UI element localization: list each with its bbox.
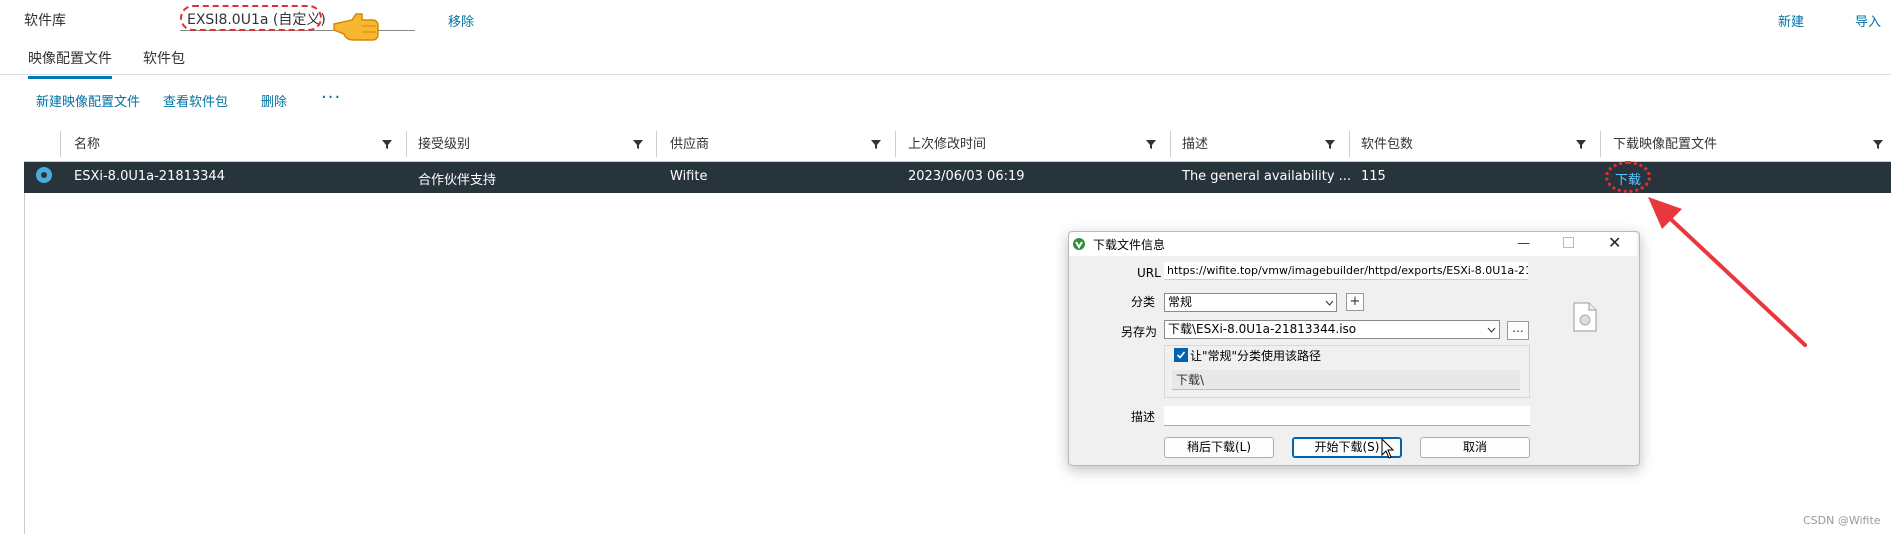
new-image-profile-button[interactable]: 新建映像配置文件 <box>36 91 140 110</box>
saveas-value: 下载\ESXi-8.0U1a-21813344.iso <box>1168 322 1357 336</box>
category-select[interactable]: 常规 <box>1164 293 1337 312</box>
cursor-icon <box>1381 438 1395 459</box>
description-field[interactable] <box>1164 406 1530 426</box>
filter-icon[interactable] <box>1575 138 1587 150</box>
file-icon <box>1573 302 1597 332</box>
column-separator[interactable] <box>1170 131 1171 157</box>
chevron-down-icon <box>1325 300 1334 306</box>
download-later-button[interactable]: 稍后下载(L) <box>1164 437 1274 458</box>
dialog-title: 下载文件信息 <box>1093 238 1166 252</box>
description-label: 描述 <box>1131 410 1156 424</box>
cancel-button[interactable]: 取消 <box>1420 437 1530 458</box>
column-separator[interactable] <box>1600 131 1601 157</box>
column-separator[interactable] <box>60 131 61 157</box>
browse-button[interactable]: ... <box>1507 321 1529 340</box>
red-arrow-icon <box>1648 197 1807 347</box>
column-header-description[interactable]: 描述 <box>1182 133 1208 152</box>
cell-vendor: Wifite <box>670 169 708 184</box>
column-header-packages[interactable]: 软件包数 <box>1361 133 1413 152</box>
saveas-select[interactable]: 下载\ESXi-8.0U1a-21813344.iso <box>1164 320 1500 339</box>
app-icon <box>1073 238 1085 250</box>
software-depot-label: 软件库 <box>24 13 66 29</box>
checkmark-icon <box>1176 351 1186 359</box>
column-header-download[interactable]: 下载映像配置文件 <box>1613 133 1717 152</box>
column-separator[interactable] <box>656 131 657 157</box>
column-separator[interactable] <box>406 131 407 157</box>
filter-icon[interactable] <box>632 138 644 150</box>
column-header-modified[interactable]: 上次修改时间 <box>908 133 986 152</box>
cell-packages: 115 <box>1361 169 1386 184</box>
depot-highlight-annotation <box>180 5 322 31</box>
maximize-icon[interactable] <box>1563 237 1574 248</box>
cell-description: The general availability ... <box>1182 169 1352 184</box>
column-separator[interactable] <box>1349 131 1350 157</box>
radio-dot <box>41 172 47 178</box>
column-header-acceptance[interactable]: 接受级别 <box>418 133 470 152</box>
column-separator[interactable] <box>895 131 896 157</box>
cell-name: ESXi-8.0U1a-21813344 <box>74 169 225 184</box>
delete-button[interactable]: 删除 <box>261 91 287 110</box>
url-label: URL <box>1137 266 1161 280</box>
use-path-checkbox[interactable] <box>1174 348 1188 362</box>
watermark: CSDN @Wifite <box>1803 514 1881 527</box>
close-icon[interactable]: ✕ <box>1608 233 1621 252</box>
filter-icon[interactable] <box>381 138 393 150</box>
category-label: 分类 <box>1131 295 1156 309</box>
saveas-label: 另存为 <box>1121 325 1158 339</box>
category-value: 常规 <box>1168 295 1193 309</box>
hand-pointer-icon <box>333 13 379 41</box>
remove-depot-link[interactable]: 移除 <box>448 11 474 30</box>
download-highlight-annotation <box>1605 161 1651 193</box>
filter-icon[interactable] <box>1145 138 1157 150</box>
url-field[interactable]: https://wifite.top/vmw/imagebuilder/http… <box>1164 262 1528 280</box>
tabs-divider <box>0 74 1891 75</box>
import-depot-link[interactable]: 导入 <box>1855 11 1881 30</box>
column-header-name[interactable]: 名称 <box>74 133 100 152</box>
more-actions-button[interactable]: ··· <box>321 87 341 108</box>
add-category-button[interactable]: + <box>1346 293 1364 311</box>
path-field[interactable]: 下载\ <box>1172 370 1520 390</box>
filter-icon[interactable] <box>870 138 882 150</box>
cell-modified: 2023/06/03 06:19 <box>908 169 1025 184</box>
column-header-vendor[interactable]: 供应商 <box>670 133 709 152</box>
use-path-checkbox-label[interactable]: 让"常规"分类使用该路径 <box>1190 347 1321 364</box>
new-depot-link[interactable]: 新建 <box>1778 11 1804 30</box>
filter-icon[interactable] <box>1872 138 1884 150</box>
cell-acceptance: 合作伙伴支持 <box>418 173 497 188</box>
view-packages-button[interactable]: 查看软件包 <box>163 91 228 110</box>
minimize-icon[interactable]: — <box>1517 236 1530 251</box>
chevron-down-icon <box>1487 327 1496 333</box>
tab-software-packages[interactable]: 软件包 <box>143 48 185 76</box>
filter-icon[interactable] <box>1324 138 1336 150</box>
